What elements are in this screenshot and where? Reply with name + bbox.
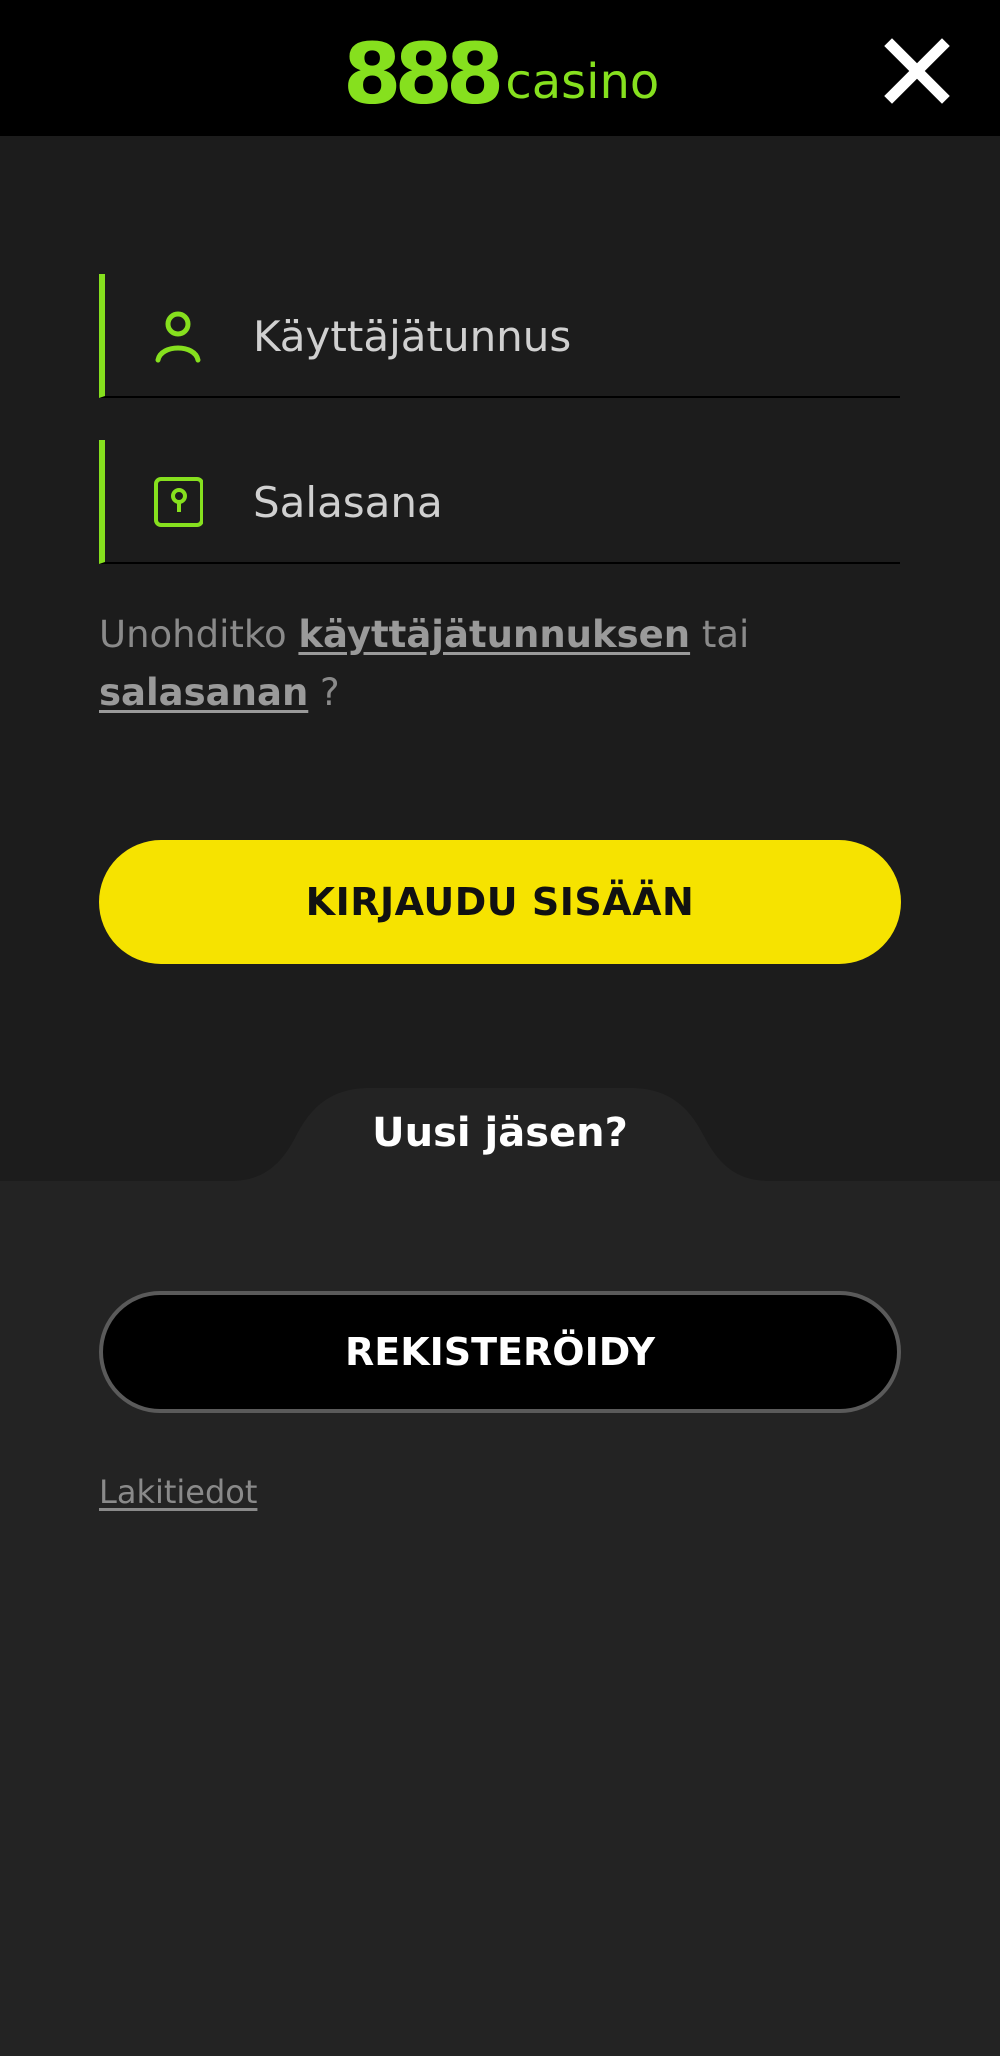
register-button-label: REKISTERÖIDY <box>344 1330 656 1374</box>
login-button[interactable]: KIRJAUDU SISÄÄN <box>99 840 901 964</box>
register-button[interactable]: REKISTERÖIDY <box>99 1291 901 1413</box>
forgot-username-link[interactable]: käyttäjätunnuksen <box>298 613 690 656</box>
forgot-suffix: ? <box>320 671 340 714</box>
username-placeholder: Käyttäjätunnus <box>253 312 572 361</box>
login-button-label: KIRJAUDU SISÄÄN <box>305 880 695 924</box>
forgot-prefix: Unohditko <box>99 613 287 656</box>
legal-info-link[interactable]: Lakitiedot <box>99 1472 257 1512</box>
user-icon <box>155 311 201 363</box>
brand-logo: 888 casino <box>343 26 659 116</box>
login-page: 888 casino Käyttäjätunnus Salasana Unohd… <box>0 0 1000 2056</box>
forgot-password-link[interactable]: salasanan <box>99 671 308 714</box>
logo-number: 888 <box>343 25 504 123</box>
lock-icon <box>154 477 203 527</box>
password-placeholder: Salasana <box>253 478 443 527</box>
new-member-label: Uusi jäsen? <box>372 1110 628 1156</box>
password-field[interactable]: Salasana <box>99 440 900 564</box>
username-field[interactable]: Käyttäjätunnus <box>99 274 900 398</box>
logo-word: casino <box>505 54 660 110</box>
close-button[interactable] <box>880 34 954 108</box>
forgot-middle: tai <box>701 613 750 656</box>
forgot-credentials-text: Unohditko käyttäjätunnuksen tai salasana… <box>99 606 900 722</box>
header-bar: 888 casino <box>0 0 1000 136</box>
close-icon <box>884 38 950 104</box>
